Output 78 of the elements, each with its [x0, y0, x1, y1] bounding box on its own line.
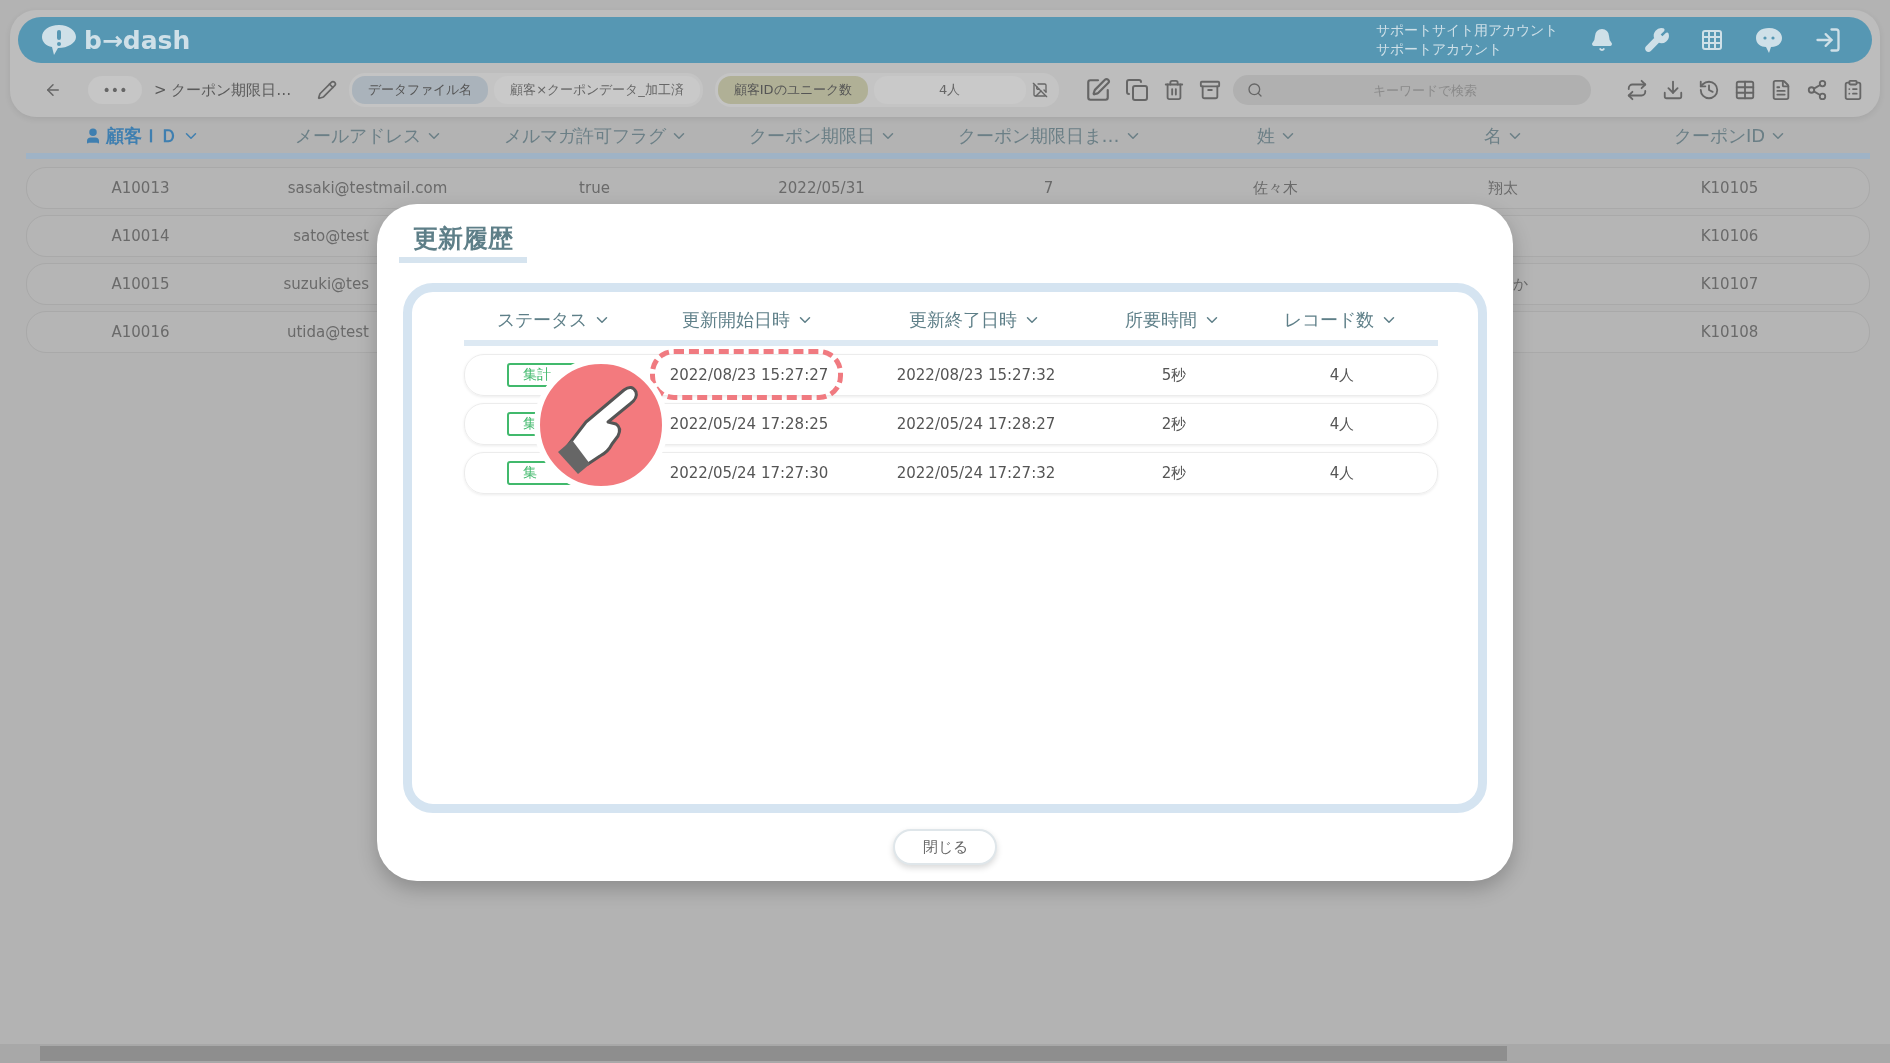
repeat-icon[interactable]	[1626, 79, 1648, 101]
column-header[interactable]: レコード数	[1248, 300, 1434, 340]
download-icon[interactable]	[1662, 79, 1684, 101]
image-off-icon[interactable]	[1031, 82, 1048, 98]
pencil-icon[interactable]	[317, 80, 338, 100]
column-header[interactable]: 名	[1390, 119, 1617, 153]
horizontal-scrollbar[interactable]	[0, 1044, 1890, 1063]
table-cell: 5秒	[1161, 365, 1187, 385]
archive-icon[interactable]	[1198, 79, 1221, 101]
table-cell: 4人	[1329, 463, 1355, 483]
bell-icon[interactable]	[1590, 28, 1614, 52]
breadcrumb[interactable]: > クーポン期限日…	[154, 80, 292, 100]
table-cell: suzuki@tes	[283, 275, 369, 293]
table-cell: 7	[1043, 179, 1054, 197]
filter-chip[interactable]: 顧客IDのユニーク数 4人	[714, 73, 1059, 107]
filter-chip[interactable]: データファイル名 顧客×クーポンデータ_加工済	[349, 73, 703, 107]
column-header[interactable]: 更新開始日時	[644, 300, 852, 340]
table-cell: 2022/05/24 17:28:27	[896, 415, 1056, 433]
column-header[interactable]: クーポン期限日ま…	[936, 119, 1163, 153]
logo-text: b→dash	[84, 25, 191, 55]
trash-icon[interactable]	[1162, 79, 1185, 101]
table-row[interactable]: A10013 sasaki@testmail.com true 2022/05/31 7 佐々木 翔太 K10105	[26, 167, 1870, 209]
history-icon[interactable]	[1698, 79, 1720, 101]
table-cell: 2秒	[1161, 463, 1187, 483]
chip-label: データファイル名	[352, 76, 489, 104]
column-header[interactable]: メールアドレス	[255, 119, 482, 153]
column-header[interactable]: メルマガ許可フラグ	[482, 119, 709, 153]
table-cell: A10015	[111, 275, 170, 293]
more-button[interactable]: •••	[88, 76, 142, 104]
edit-icon[interactable]	[1084, 77, 1111, 103]
table-cell: sasaki@testmail.com	[287, 179, 448, 197]
table-cell: 4人	[1329, 365, 1355, 385]
table-cell: true	[579, 179, 610, 197]
table-cell: 2022/08/23 15:27:27	[669, 366, 829, 384]
close-button[interactable]: 閉じる	[893, 829, 997, 865]
column-header[interactable]: 更新終了日時	[852, 300, 1098, 340]
table-cell: K10106	[1700, 227, 1759, 245]
table-cell: K10105	[1700, 179, 1759, 197]
column-header[interactable]: クーポンID	[1617, 119, 1844, 153]
table-cell: A10014	[111, 227, 170, 245]
clipboard-icon[interactable]	[1842, 79, 1864, 101]
table-cell: 2022/05/24 17:27:32	[896, 464, 1056, 482]
chip-value: 4人	[873, 76, 1026, 104]
table-cell: K10108	[1700, 323, 1759, 341]
table-cell: K10107	[1700, 275, 1759, 293]
column-header[interactable]: 姓	[1163, 119, 1390, 153]
apps-grid-icon[interactable]	[1700, 28, 1724, 52]
wrench-icon[interactable]	[1644, 27, 1670, 53]
column-header[interactable]: 所要時間	[1098, 300, 1248, 340]
table-cell: utida@test	[286, 323, 369, 341]
table-cell: A10016	[111, 323, 170, 341]
search-icon	[1246, 82, 1263, 98]
table-cell: 2022/05/24 17:27:30	[669, 464, 829, 482]
account-name: サポートサイト用アカウント	[1376, 21, 1558, 40]
column-header[interactable]: ステータス	[464, 300, 644, 340]
table-cell: 2022/05/24 17:28:25	[669, 415, 829, 433]
logo-icon	[40, 23, 78, 57]
dialog-title: 更新履歴	[399, 222, 527, 263]
logout-icon[interactable]	[1814, 26, 1842, 54]
table-cell: sato@test	[293, 227, 369, 245]
table-cell: 佐々木	[1253, 178, 1298, 198]
copy-icon[interactable]	[1124, 78, 1149, 102]
share-icon[interactable]	[1806, 79, 1828, 101]
table-cell: 2022/05/31	[778, 179, 865, 197]
column-header[interactable]: 顧客ＩＤ	[28, 119, 255, 153]
table-icon[interactable]	[1734, 79, 1756, 101]
column-header[interactable]: クーポン期限日	[709, 119, 936, 153]
document-icon[interactable]	[1770, 79, 1792, 101]
mascot-icon[interactable]	[1754, 26, 1784, 54]
table-cell: 翔太	[1487, 178, 1518, 198]
table-cell: 2秒	[1161, 414, 1187, 434]
account-name: サポートアカウント	[1376, 40, 1503, 59]
chip-label: 顧客IDのユニーク数	[717, 76, 868, 104]
table-cell: A10013	[111, 179, 170, 197]
chip-value: 顧客×クーポンデータ_加工済	[494, 76, 700, 104]
table-cell: か	[1513, 274, 1528, 294]
table-cell: 4人	[1329, 414, 1355, 434]
table-cell: 2022/08/23 15:27:32	[896, 366, 1056, 384]
